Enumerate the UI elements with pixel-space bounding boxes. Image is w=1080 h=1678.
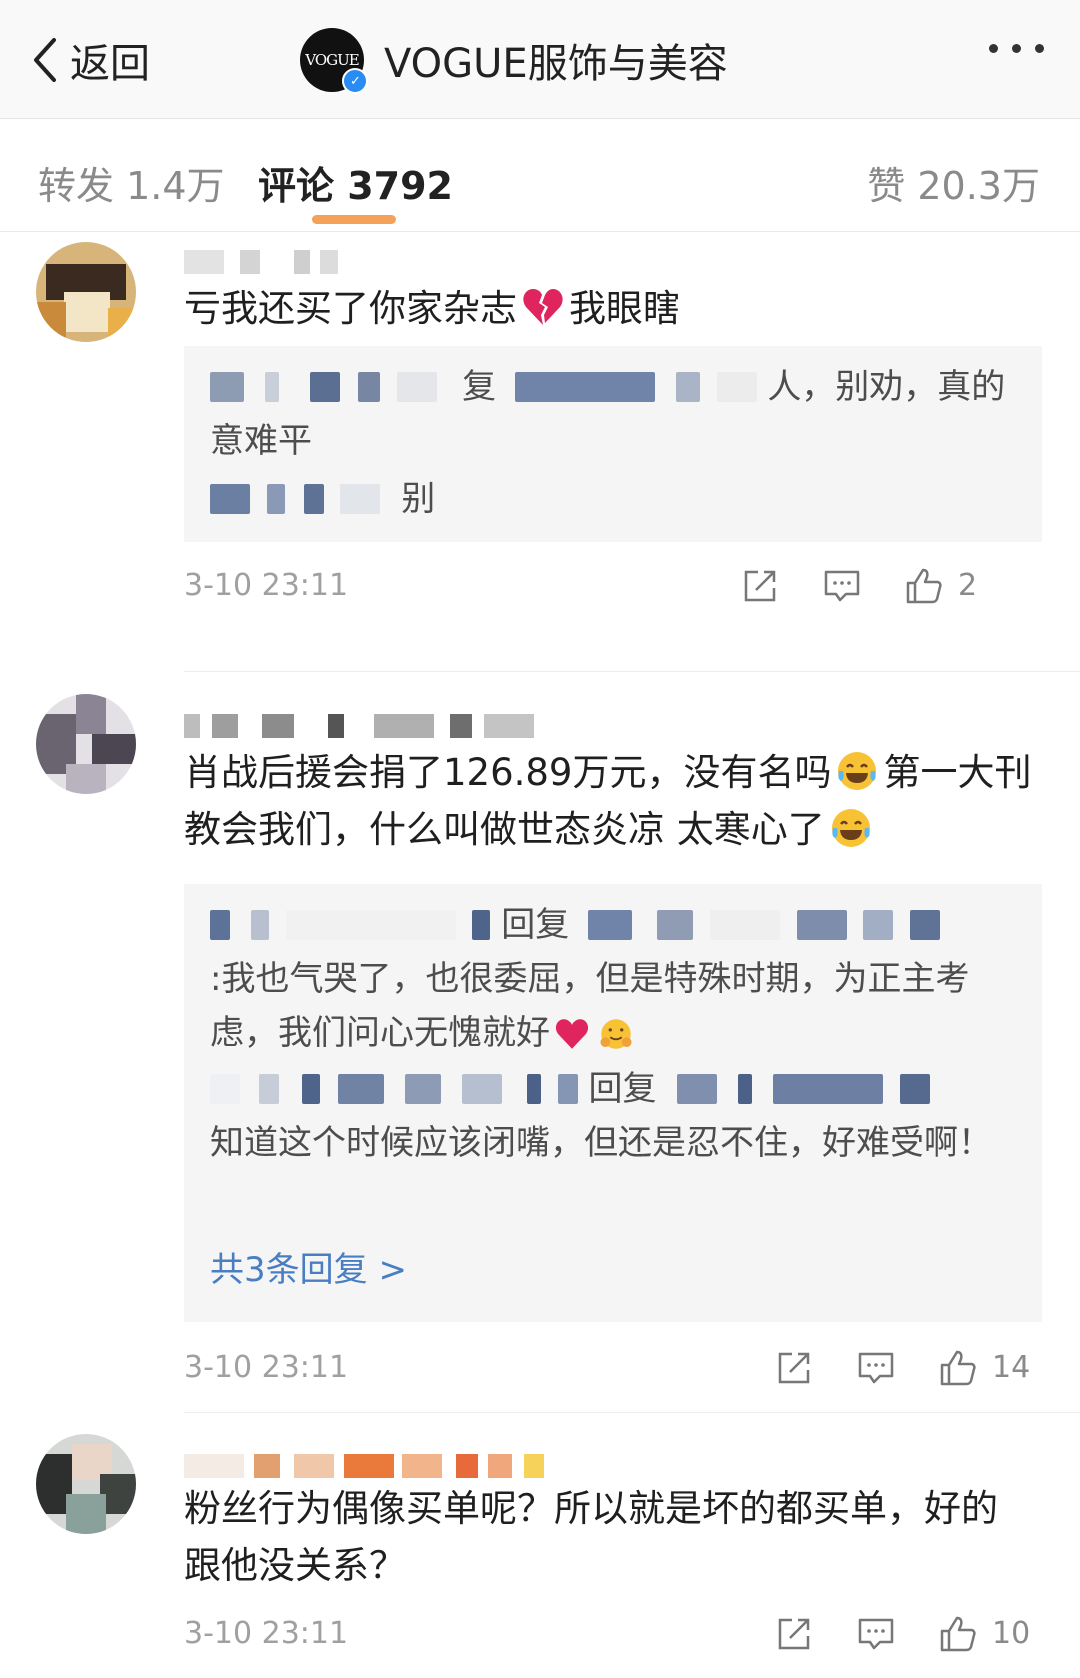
active-tab-indicator [312, 215, 396, 224]
view-more-replies-link[interactable]: 共3条回复 > [210, 1242, 407, 1291]
comment-text-part: 我眼瞎 [569, 287, 680, 330]
share-icon[interactable] [774, 1614, 814, 1658]
like-icon[interactable] [938, 1348, 978, 1392]
like-icon[interactable] [938, 1614, 978, 1658]
reply-visible-text: 知道这个时候应该闭嘴，但还是忍不住，好难受啊！ [210, 1123, 992, 1163]
like-count: 14 [992, 1350, 1031, 1385]
comment-text: 粉丝行为偶像买单呢？所以就是坏的都买单，好的跟他没关系？ [184, 1487, 998, 1587]
account-avatar[interactable]: VOGUE ✓ [300, 28, 368, 94]
like-icon[interactable] [904, 566, 944, 610]
account-name[interactable]: VOGUE服饰与美容 [384, 31, 728, 89]
share-icon[interactable] [740, 566, 780, 610]
reply-item[interactable]: 复 人，别劝，真的意难平 [210, 360, 1020, 468]
divider [184, 671, 1080, 672]
comment-time: 3-10 23:11 [184, 568, 349, 603]
comment-item: 肖战后援会捐了126.89万元，没有名吗 第一大刊教会我们，什么叫做世态炎凉 太寒… [0, 688, 1080, 1418]
like-count: 10 [992, 1616, 1031, 1651]
comment-meta: 3-10 23:11 10 [184, 1614, 1042, 1658]
interaction-tabs: 转发 1.4万 评论 3792 赞 20.3万 [0, 119, 1080, 232]
avatar[interactable] [36, 694, 136, 794]
tab-likes[interactable]: 赞 20.3万 [867, 155, 1040, 210]
comment-time: 3-10 23:11 [184, 1616, 349, 1651]
back-label: 返回 [70, 41, 150, 87]
navigation-bar: 返回 VOGUE ✓ VOGUE服饰与美容 [0, 0, 1080, 119]
comment-text: 亏我还买了你家杂志 我眼瞎 [184, 280, 1034, 337]
reply-item[interactable]: 回复 :我也气哭了，也很委屈，但是特殊时期，为正主考虑，我们问心无愧就好 [210, 898, 1020, 1060]
comment-text: 肖战后援会捐了126.89万元，没有名吗 第一大刊教会我们，什么叫做世态炎凉 太寒… [184, 744, 1034, 858]
comment-icon[interactable] [856, 1348, 896, 1392]
hugging-face-icon [600, 1019, 632, 1049]
tab-comments[interactable]: 评论 3792 [258, 155, 453, 210]
reply-box[interactable]: 回复 :我也气哭了，也很委屈，但是特殊时期，为正主考虑，我们问心无愧就好 回复 … [184, 884, 1042, 1322]
more-dots-icon[interactable] [989, 44, 1044, 53]
reply-item[interactable]: 别 [210, 472, 1020, 526]
tears-of-joy-icon [831, 809, 870, 847]
comment-item: 粉丝行为偶像买单呢？所以就是坏的都买单，好的跟他没关系？ 3-10 23:11 … [0, 1428, 1080, 1678]
account-logo-text: VOGUE [305, 51, 359, 69]
tab-repost[interactable]: 转发 1.4万 [38, 155, 225, 210]
reply-visible-text: 复 [462, 367, 497, 407]
comment-time: 3-10 23:11 [184, 1350, 349, 1385]
red-heart-icon [555, 1019, 589, 1049]
chevron-left-icon [34, 38, 56, 82]
avatar[interactable] [36, 1434, 136, 1534]
broken-heart-icon [523, 289, 563, 325]
share-icon[interactable] [774, 1348, 814, 1392]
reply-visible-text: 别 [401, 479, 436, 519]
reply-item[interactable]: 回复 知道这个时候应该闭嘴，但还是忍不住，好难受啊！ [210, 1062, 1020, 1170]
comment-icon[interactable] [856, 1614, 896, 1658]
divider [184, 1412, 1080, 1413]
comment-meta: 3-10 23:11 14 [184, 1348, 1042, 1392]
verified-badge-icon: ✓ [342, 68, 368, 94]
account-header[interactable]: VOGUE ✓ VOGUE服饰与美容 [300, 25, 728, 95]
comment-text-part: 亏我还买了你家杂志 [184, 287, 517, 330]
back-button[interactable]: 返回 [28, 32, 150, 88]
reply-box[interactable]: 复 人，别劝，真的意难平 别 [184, 346, 1042, 542]
reply-visible-text: 回复 [501, 905, 570, 945]
reply-visible-text: 回复 [588, 1069, 657, 1109]
comment-text-part: 肖战后援会捐了126.89万元，没有名吗 [184, 751, 832, 794]
comment-icon[interactable] [822, 566, 862, 610]
avatar[interactable] [36, 242, 136, 342]
comment-meta: 3-10 23:11 2 [184, 566, 1042, 610]
like-count: 2 [958, 568, 978, 603]
tears-of-joy-icon [838, 752, 877, 790]
comment-item: 亏我还买了你家杂志 我眼瞎 复 人，别劝，真的意难平 别 3-10 23:11 2 [0, 232, 1080, 672]
